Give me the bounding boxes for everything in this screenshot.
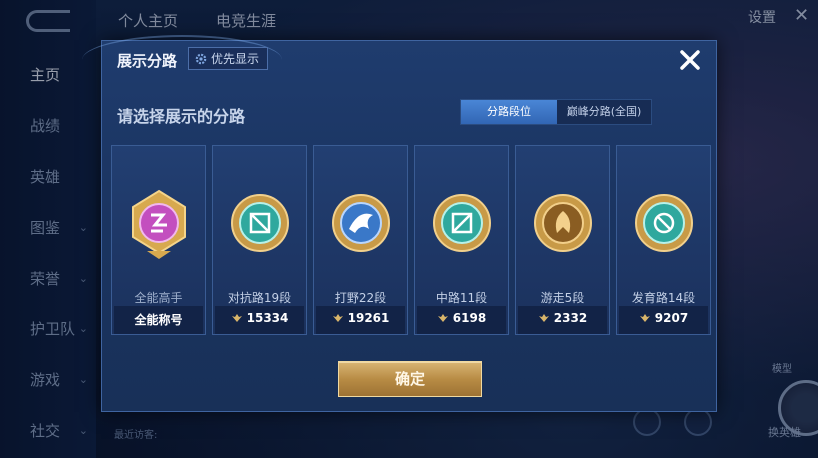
peak-points-icon	[231, 314, 242, 322]
lane-card-name: 打野22段	[334, 291, 387, 305]
lane-cards: 全能高手 全能称号 对抗路19段 15334 打野22段 19261 中路11段…	[111, 145, 711, 335]
gear-icon	[195, 53, 207, 64]
lane-card-value: 6198	[415, 311, 508, 325]
lane-card-value: 19261	[314, 311, 407, 325]
lane-card-allround[interactable]: 全能高手 全能称号	[111, 145, 206, 335]
lane-card-mid[interactable]: 中路11段 6198	[414, 145, 509, 335]
peak-points-icon	[639, 314, 650, 322]
tab-peak-lane[interactable]: 巅峰分路(全国)	[557, 100, 651, 124]
lane-card-jungle[interactable]: 打野22段 19261	[313, 145, 408, 335]
lane-card-value: 15334	[213, 311, 306, 325]
peak-points-icon	[332, 314, 343, 322]
clash-lane-icon	[231, 194, 289, 252]
roam-icon	[534, 194, 592, 252]
mid-lane-icon	[433, 194, 491, 252]
lane-mode-segmented-control: 分路段位 巅峰分路(全国)	[460, 99, 652, 125]
allround-icon	[132, 189, 186, 259]
close-icon[interactable]	[676, 46, 704, 74]
priority-display-label: 优先显示	[211, 52, 260, 66]
lane-card-clash[interactable]: 对抗路19段 15334	[212, 145, 307, 335]
modal-title: 展示分路	[117, 52, 178, 70]
jungle-icon	[332, 194, 390, 252]
lane-card-value: 全能称号	[134, 313, 183, 327]
confirm-button[interactable]: 确定	[338, 361, 482, 397]
lane-card-name: 游走5段	[540, 291, 585, 305]
tab-lane-rank[interactable]: 分路段位	[461, 100, 557, 124]
lane-card-name: 中路11段	[435, 291, 488, 305]
lane-card-farm[interactable]: 发育路14段 9207	[616, 145, 711, 335]
peak-points-icon	[437, 314, 448, 322]
peak-points-icon	[538, 314, 549, 322]
lane-display-modal: 展示分路 优先显示 请选择展示的分路 分路段位 巅峰分路(全国) 全能高手 全能…	[82, 35, 717, 412]
lane-card-roam[interactable]: 游走5段 2332	[515, 145, 610, 335]
priority-display-button[interactable]: 优先显示	[188, 47, 269, 70]
farm-lane-icon	[635, 194, 693, 252]
lane-card-name: 发育路14段	[631, 291, 696, 305]
modal-subtitle: 请选择展示的分路	[117, 107, 246, 126]
lane-card-value: 2332	[516, 311, 609, 325]
lane-card-name: 全能高手	[134, 291, 183, 305]
lane-card-name: 对抗路19段	[227, 291, 292, 305]
lane-card-value: 9207	[617, 311, 710, 325]
